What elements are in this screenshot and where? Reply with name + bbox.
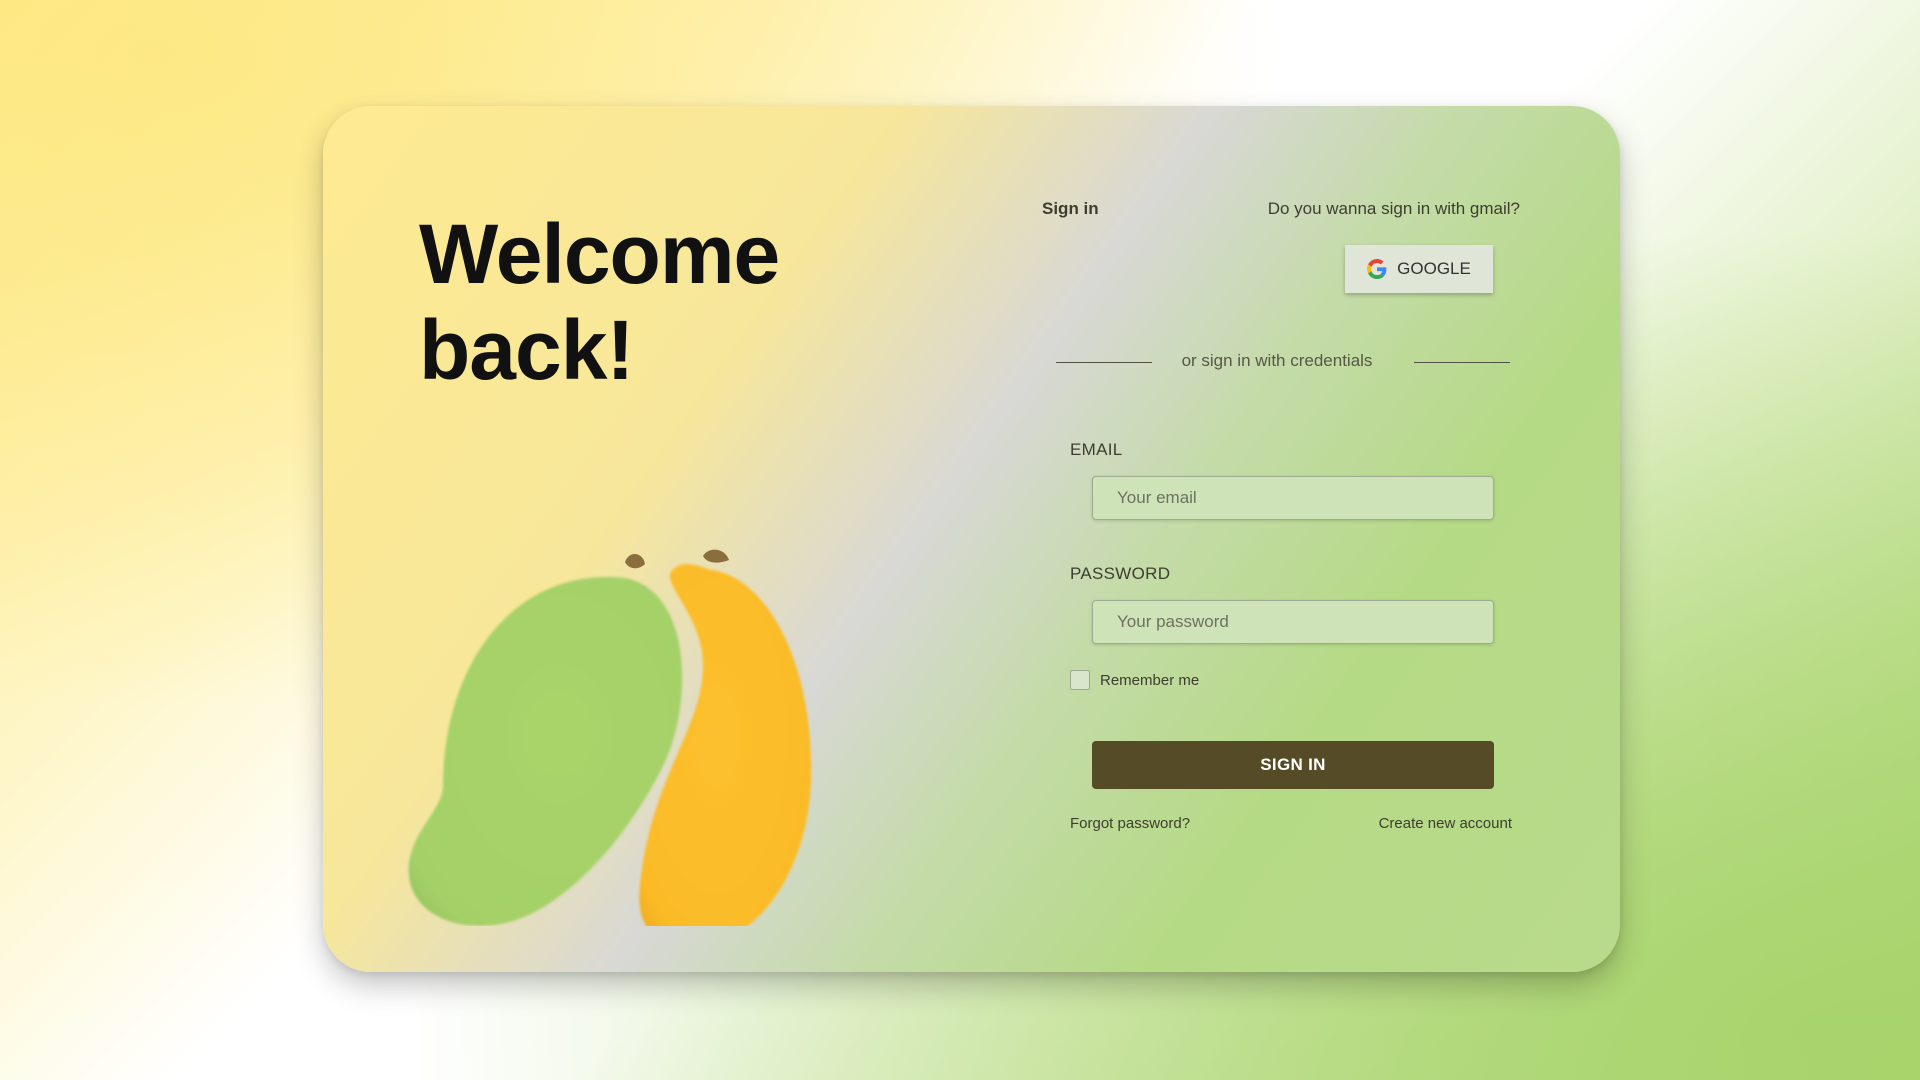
remember-me-checkbox[interactable] (1070, 670, 1090, 690)
email-field[interactable] (1092, 476, 1494, 520)
password-label: PASSWORD (1070, 564, 1171, 583)
credentials-divider: or sign in with credentials (1056, 351, 1511, 375)
google-icon (1367, 259, 1387, 279)
signin-title: Sign in (1042, 199, 1099, 218)
login-card: Welcome back! Sign in Do you wanna sign … (323, 106, 1620, 972)
gmail-question: Do you wanna sign in with gmail? (1267, 199, 1520, 218)
divider-line-left (1056, 362, 1152, 363)
forgot-password-link[interactable]: Forgot password? (1070, 815, 1190, 832)
signin-panel: Sign in Do you wanna sign in with gmail?… (323, 106, 1620, 972)
divider-text: or sign in with credentials (1181, 351, 1373, 370)
google-signin-button[interactable]: GOOGLE (1345, 245, 1493, 293)
signin-button[interactable]: SIGN IN (1092, 741, 1494, 789)
password-field[interactable] (1092, 600, 1494, 644)
remember-me-label: Remember me (1100, 671, 1200, 689)
google-button-label: GOOGLE (1397, 259, 1471, 278)
create-account-link[interactable]: Create new account (1379, 815, 1512, 832)
email-label: EMAIL (1070, 440, 1123, 459)
remember-me: Remember me (1070, 670, 1199, 690)
divider-line-right (1414, 362, 1510, 363)
